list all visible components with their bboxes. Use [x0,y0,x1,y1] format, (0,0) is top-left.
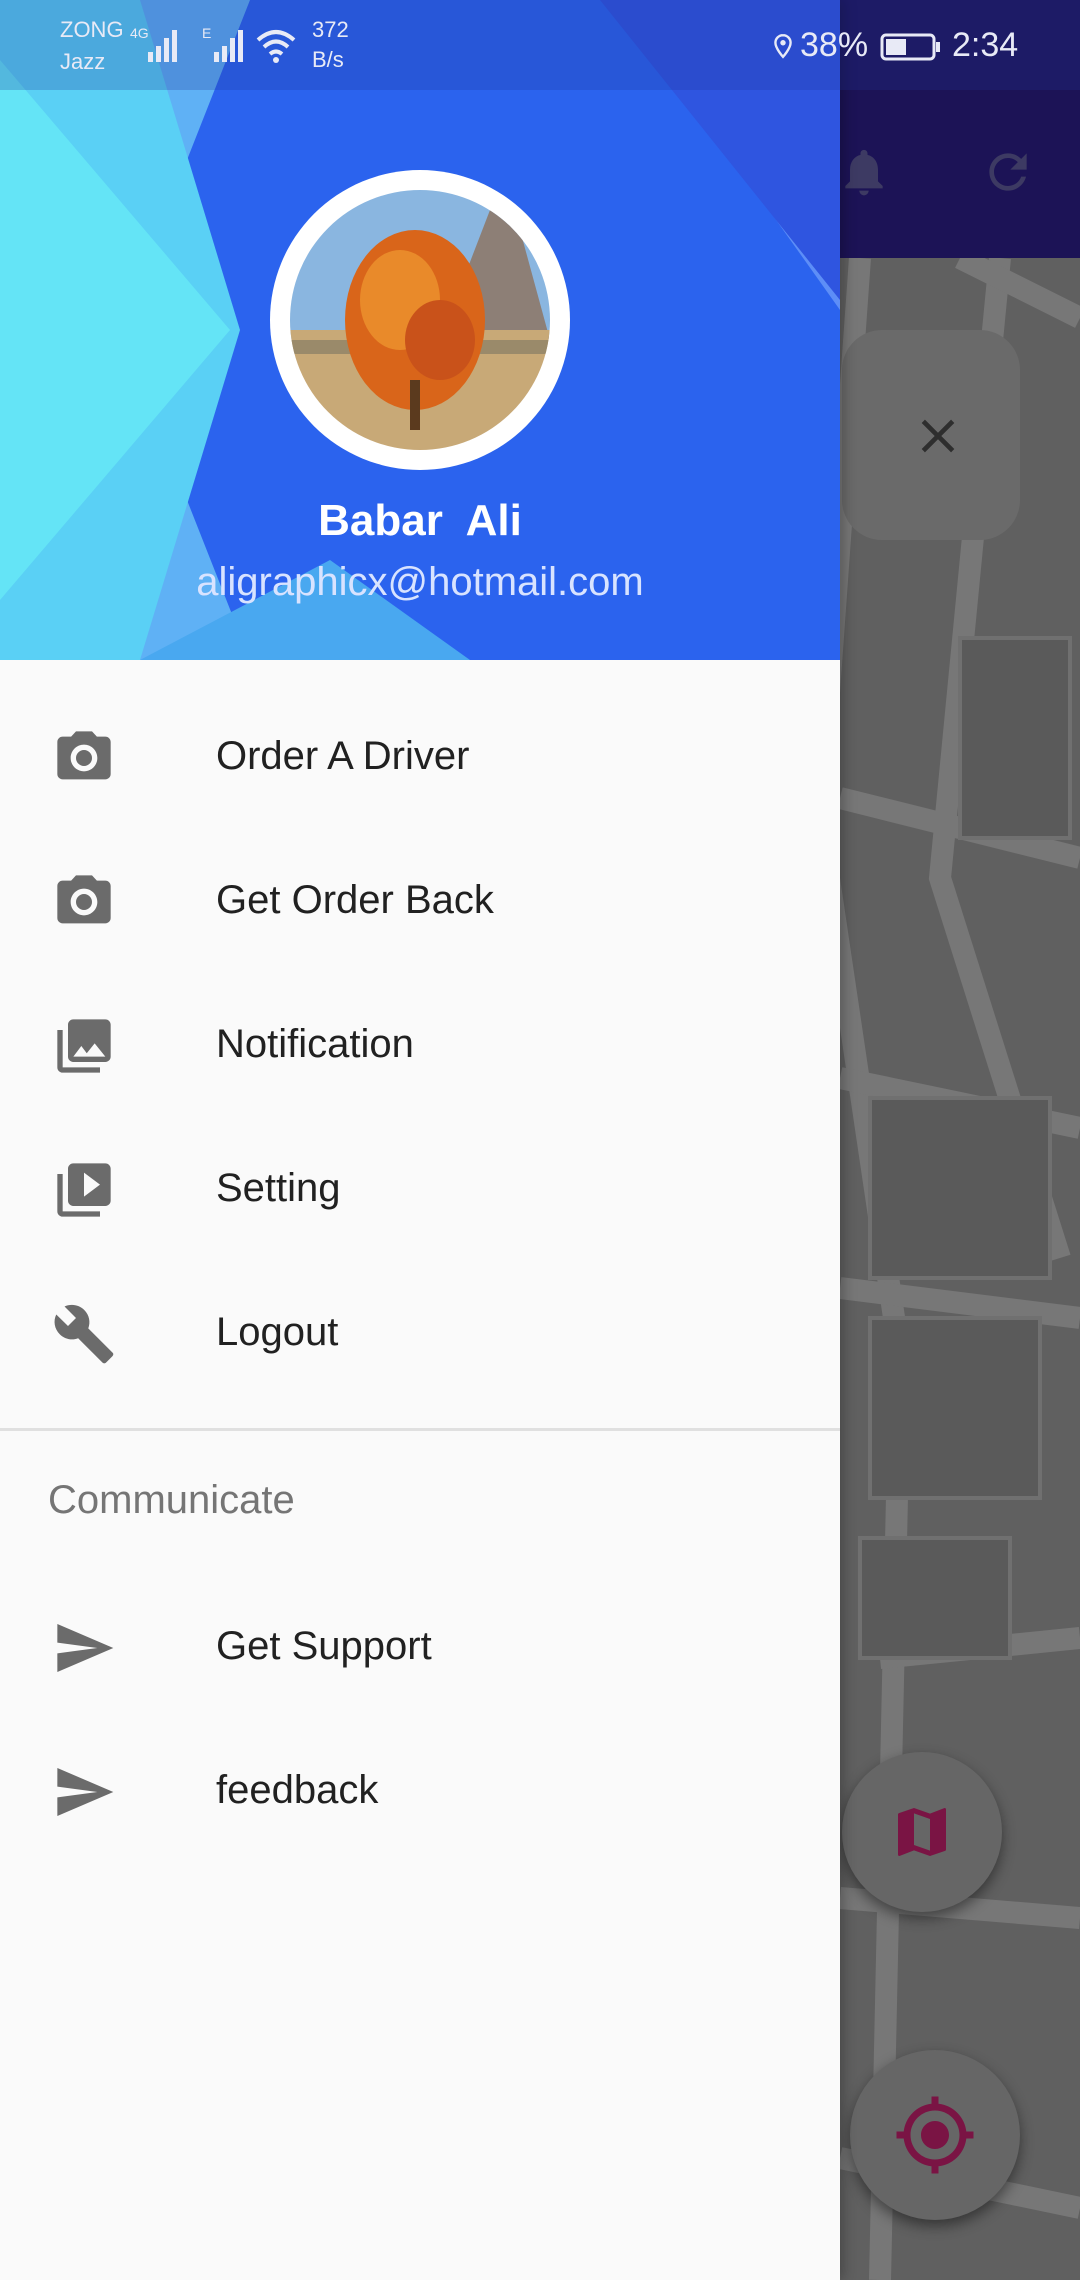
refresh-icon[interactable] [980,140,1036,204]
close-icon[interactable] [910,408,966,464]
menu-item-label: Notification [216,1022,414,1066]
carrier-name-primary: ZONG [60,17,124,42]
gps-target-icon [896,2096,974,2174]
network-type-1: 4G [130,25,149,41]
battery-percent: 38% [800,26,869,64]
my-location-fab-button[interactable] [850,2050,1020,2220]
status-bar: ZONG Jazz 4G E 372 B/s 38% 2:34 [0,0,1080,90]
send-icon [57,1624,114,1672]
menu-item-order-a-driver[interactable]: Order A Driver [0,686,840,830]
menu-item-label: Get Order Back [216,878,494,922]
menu-item-get-order-back[interactable]: Get Order Back [0,830,840,974]
avatar-ring [270,170,570,470]
navigation-drawer: Babar Ali aligraphicx@hotmail.com Order … [0,0,840,2280]
camera-icon [57,875,111,924]
network-type-2: E [202,25,211,41]
avatar[interactable] [290,190,550,450]
menu-item-get-support[interactable]: Get Support [0,1576,840,1720]
menu-item-label: feedback [216,1768,379,1812]
map-fab-button[interactable] [842,1752,1002,1912]
bell-icon[interactable] [836,140,892,204]
battery-icon [880,33,940,61]
menu-item-setting[interactable]: Setting [0,1118,840,1262]
drawer-header: Babar Ali aligraphicx@hotmail.com [0,0,840,660]
camera-icon [57,731,111,780]
menu-item-label: Logout [216,1310,339,1354]
menu-item-logout[interactable]: Logout [0,1262,840,1406]
clock: 2:34 [952,26,1019,64]
user-email: aligraphicx@hotmail.com [196,560,644,604]
send-icon [57,1768,114,1816]
menu-item-label: Setting [216,1166,341,1210]
menu-item-label: Order A Driver [216,734,470,778]
menu-item-feedback[interactable]: feedback [0,1720,840,1864]
location-icon [774,33,792,59]
video-library-icon [57,1163,111,1217]
profile-photo-autumn-tree [290,190,550,450]
menu-divider [0,1428,840,1431]
wrench-icon [54,1304,114,1364]
section-header-communicate: Communicate [48,1478,295,1522]
map-icon [898,1808,946,1856]
signal-strength-icon: 4G E [130,25,296,63]
user-name: Babar Ali [318,496,522,545]
wifi-icon [256,30,296,56]
menu-item-notification[interactable]: Notification [0,974,840,1118]
carrier-name-secondary: Jazz [60,49,106,74]
network-speed-value: 372 [312,17,349,42]
menu-item-label: Get Support [216,1624,432,1668]
photo-library-icon [57,1019,111,1073]
network-speed-unit: B/s [312,47,344,72]
